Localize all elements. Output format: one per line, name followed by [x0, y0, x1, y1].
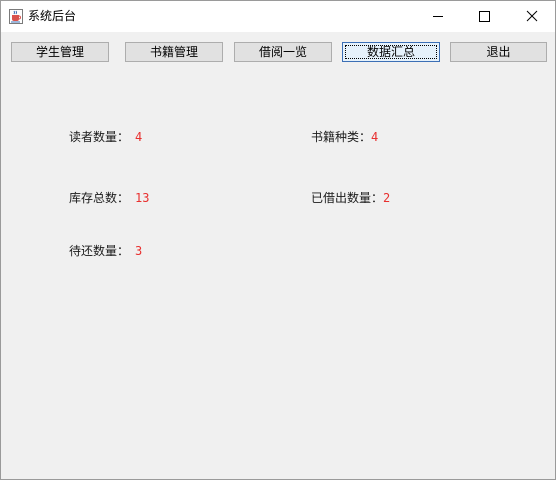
pending-return-value: 3: [135, 244, 143, 258]
reader-count-label: 读者数量：: [69, 130, 130, 144]
student-management-button[interactable]: 学生管理: [11, 42, 109, 62]
close-icon: [526, 10, 538, 22]
borrow-overview-button[interactable]: 借阅一览: [234, 42, 332, 62]
stock-total-stat: 库存总数： 13: [69, 190, 149, 206]
stock-total-label: 库存总数：: [69, 191, 130, 205]
pending-return-stat: 待还数量： 3: [69, 243, 142, 259]
borrowed-count-label: 已借出数量：: [311, 191, 384, 205]
pending-return-label: 待还数量：: [69, 244, 130, 258]
maximize-icon: [479, 11, 490, 22]
borrowed-count-value: 2: [383, 191, 391, 205]
book-types-stat: 书籍种类：4: [311, 129, 378, 145]
app-window: 系统后台 学生管理 书籍管理 借阅一览 数据汇总 退出 读者数量： 4 书籍种类：…: [0, 0, 556, 480]
data-summary-button[interactable]: 数据汇总: [342, 42, 440, 62]
stock-total-value: 13: [135, 191, 150, 205]
minimize-icon: [433, 16, 443, 17]
book-types-label: 书籍种类：: [311, 130, 372, 144]
minimize-button[interactable]: [415, 1, 461, 32]
window-title: 系统后台: [28, 9, 77, 23]
book-types-value: 4: [371, 130, 379, 144]
title-bar[interactable]: 系统后台: [1, 1, 555, 32]
exit-button[interactable]: 退出: [450, 42, 547, 62]
reader-count-value: 4: [135, 130, 143, 144]
reader-count-stat: 读者数量： 4: [69, 129, 142, 145]
book-management-button[interactable]: 书籍管理: [125, 42, 223, 62]
borrowed-count-stat: 已借出数量：2: [311, 190, 390, 206]
maximize-button[interactable]: [461, 1, 507, 32]
java-cup-icon: [9, 9, 23, 24]
close-button[interactable]: [509, 1, 555, 32]
